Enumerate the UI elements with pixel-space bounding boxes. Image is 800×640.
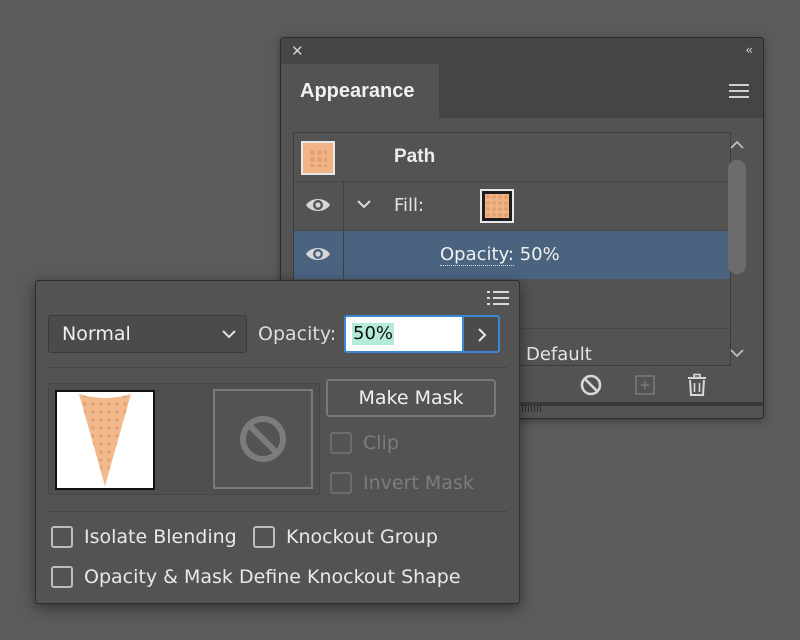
divider <box>48 511 508 512</box>
hamburger-menu-icon[interactable] <box>729 84 749 98</box>
opacity-mask-knockout-label: Opacity & Mask Define Knockout Shape <box>84 566 461 588</box>
trash-icon[interactable] <box>685 373 709 397</box>
list-menu-icon[interactable] <box>487 291 509 305</box>
isolate-blending-label: Isolate Blending <box>84 526 237 548</box>
panel-tab-row: Appearance <box>281 64 763 118</box>
fill-row[interactable]: Fill: <box>294 182 730 231</box>
no-sign-icon <box>240 416 286 462</box>
resize-grip[interactable] <box>519 406 541 412</box>
divider <box>48 367 508 368</box>
no-sign-icon[interactable] <box>579 373 603 397</box>
blend-mode-value: Normal <box>62 323 131 345</box>
chevron-down-icon <box>222 330 236 339</box>
opacity-label: Opacity: <box>258 323 337 345</box>
tab-appearance[interactable]: Appearance <box>281 64 439 118</box>
close-icon[interactable]: ✕ <box>291 42 304 60</box>
knockout-group-checkbox[interactable] <box>253 526 275 548</box>
cone-artwork <box>79 394 131 486</box>
path-label: Path <box>394 146 436 167</box>
make-mask-button[interactable]: Make Mask <box>326 379 496 417</box>
opacity-field-value[interactable]: 50% <box>352 323 395 345</box>
mask-thumbnail[interactable] <box>213 389 313 489</box>
blend-mode-select[interactable]: Normal <box>48 315 247 353</box>
scroll-up-icon[interactable] <box>728 138 746 152</box>
isolate-blending-checkbox[interactable] <box>51 526 73 548</box>
scroll-down-icon[interactable] <box>728 346 746 360</box>
chevron-down-icon[interactable] <box>356 196 372 212</box>
chevron-right-icon <box>478 328 487 342</box>
invert-mask-checkbox[interactable] <box>330 472 352 494</box>
opacity-mask-knockout-checkbox[interactable] <box>51 566 73 588</box>
mask-thumbnails <box>48 383 320 495</box>
row-divider <box>343 182 344 230</box>
panel-titlebar: ✕ ‹‹ <box>281 38 763 64</box>
row-divider <box>343 231 344 279</box>
clip-label: Clip <box>363 432 399 454</box>
collapse-double-chevron-icon[interactable]: ‹‹ <box>745 42 752 58</box>
opacity-key[interactable]: Opacity: <box>440 244 514 266</box>
default-label: Default <box>526 344 592 365</box>
path-thumbnail <box>301 141 335 175</box>
eye-icon[interactable] <box>305 195 331 215</box>
opacity-value: 50% <box>519 244 560 265</box>
list-scrollbar[interactable] <box>724 134 750 364</box>
artwork-thumbnail[interactable] <box>55 390 155 490</box>
duplicate-item-icon[interactable] <box>633 373 657 397</box>
fill-swatch[interactable] <box>480 189 514 223</box>
scrollbar-thumb[interactable] <box>728 160 746 274</box>
opacity-row-selected[interactable]: Opacity: 50% <box>294 231 730 279</box>
path-row[interactable]: Path <box>294 133 730 182</box>
fill-label: Fill: <box>394 195 425 216</box>
transparency-panel: Normal Opacity: 50% Make Mask Clip Inver… <box>35 280 520 604</box>
knockout-group-label: Knockout Group <box>286 526 438 548</box>
opacity-link[interactable]: Opacity: 50% <box>440 231 560 279</box>
opacity-slider-button[interactable] <box>462 315 500 353</box>
clip-checkbox[interactable] <box>330 432 352 454</box>
eye-icon[interactable] <box>305 244 331 264</box>
opacity-field[interactable]: 50% <box>344 315 462 353</box>
invert-mask-label: Invert Mask <box>363 472 474 494</box>
